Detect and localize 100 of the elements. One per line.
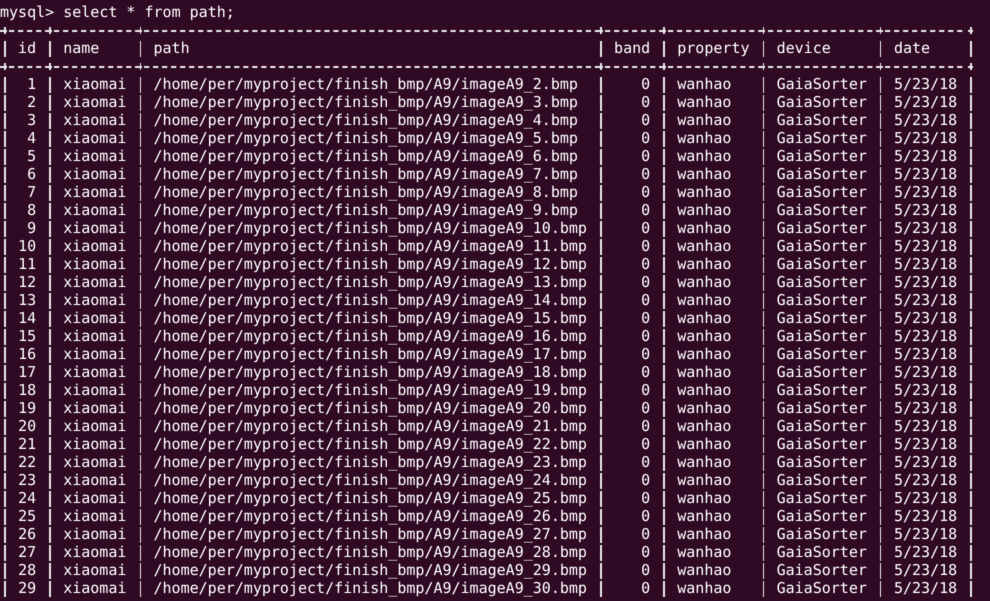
table-cell: 5/23/18: [894, 399, 958, 417]
table-cell: xiaomai: [63, 579, 126, 597]
table-cell: 5/23/18: [894, 525, 958, 543]
table-cell: xiaomai: [63, 417, 126, 435]
table-cell: wanhao: [677, 417, 732, 435]
table-cell: wanhao: [677, 183, 732, 201]
table-cell: /home/per/myproject/finish_bmp/A9/imageA9_12.bmp: [153, 255, 587, 273]
table-cell: /home/per/myproject/finish_bmp/A9/imageA9_7.bmp: [153, 165, 578, 183]
table-cell: GaiaSorter: [776, 435, 867, 453]
table-cell: /home/per/myproject/finish_bmp/A9/imageA9_29.bmp: [153, 561, 587, 579]
table-cell: xiaomai: [63, 111, 126, 129]
table-cell: GaiaSorter: [776, 75, 867, 93]
table-cell: 15: [18, 327, 36, 345]
table-cell: 0: [641, 579, 650, 597]
table-cell: /home/per/myproject/finish_bmp/A9/imageA9_9.bmp: [153, 201, 578, 219]
table-cell: 17: [18, 363, 36, 381]
table-cell: GaiaSorter: [776, 381, 867, 399]
table-cell: 18: [18, 381, 36, 399]
table-cell: xiaomai: [63, 93, 126, 111]
table-cell: xiaomai: [63, 363, 126, 381]
table-cell: wanhao: [677, 75, 732, 93]
table-cell: 7: [27, 183, 36, 201]
column-header: id: [18, 39, 36, 57]
table-cell: /home/per/myproject/finish_bmp/A9/imageA9_26.bmp: [153, 507, 587, 525]
table-cell: 5/23/18: [894, 309, 958, 327]
table-cell: /home/per/myproject/finish_bmp/A9/imageA9_14.bmp: [153, 291, 587, 309]
table-cell: /home/per/myproject/finish_bmp/A9/imageA9_23.bmp: [153, 453, 587, 471]
table-cell: 5/23/18: [894, 291, 958, 309]
table-cell: /home/per/myproject/finish_bmp/A9/imageA9_10.bmp: [153, 219, 587, 237]
table-cell: wanhao: [677, 147, 732, 165]
table-cell: GaiaSorter: [776, 327, 867, 345]
table-cell: 2: [27, 93, 36, 111]
table-cell: 5/23/18: [894, 345, 958, 363]
table-cell: xiaomai: [63, 309, 126, 327]
table-cell: xiaomai: [63, 183, 126, 201]
table-cell: 5/23/18: [894, 201, 958, 219]
table-cell: /home/per/myproject/finish_bmp/A9/imageA9_8.bmp: [153, 183, 578, 201]
table-cell: /home/per/myproject/finish_bmp/A9/imageA9_13.bmp: [153, 273, 587, 291]
table-cell: 0: [641, 453, 650, 471]
table-cell: 0: [641, 471, 650, 489]
table-cell: wanhao: [677, 435, 732, 453]
table-cell: 0: [641, 525, 650, 543]
table-cell: 0: [641, 93, 650, 111]
table-cell: 0: [641, 201, 650, 219]
table-cell: wanhao: [677, 165, 732, 183]
table-cell: GaiaSorter: [776, 183, 867, 201]
table-cell: /home/per/myproject/finish_bmp/A9/imageA9_2.bmp: [153, 75, 578, 93]
column-header: path: [153, 39, 190, 57]
table-cell: 16: [18, 345, 36, 363]
table-cell: 0: [641, 381, 650, 399]
table-cell: 5/23/18: [894, 183, 958, 201]
table-cell: /home/per/myproject/finish_bmp/A9/imageA9_5.bmp: [153, 129, 578, 147]
table-cell: wanhao: [677, 489, 732, 507]
table-cell: 28: [18, 561, 36, 579]
table-cell: xiaomai: [63, 237, 126, 255]
table-cell: 5/23/18: [894, 75, 958, 93]
table-cell: 0: [641, 417, 650, 435]
table-cell: xiaomai: [63, 399, 126, 417]
table-cell: 5/23/18: [894, 165, 958, 183]
table-cell: 5/23/18: [894, 147, 958, 165]
table-cell: GaiaSorter: [776, 507, 867, 525]
table-cell: wanhao: [677, 111, 732, 129]
table-cell: /home/per/myproject/finish_bmp/A9/imageA9_28.bmp: [153, 543, 587, 561]
table-cell: 6: [27, 165, 36, 183]
table-cell: 0: [641, 255, 650, 273]
table-cell: wanhao: [677, 543, 732, 561]
table-cell: wanhao: [677, 399, 732, 417]
table-cell: 0: [641, 183, 650, 201]
table-cell: GaiaSorter: [776, 273, 867, 291]
table-cell: 5/23/18: [894, 363, 958, 381]
table-cell: 29: [18, 579, 36, 597]
table-cell: 5/23/18: [894, 327, 958, 345]
table-cell: wanhao: [677, 201, 732, 219]
table-cell: 14: [18, 309, 36, 327]
table-cell: 19: [18, 399, 36, 417]
table-cell: GaiaSorter: [776, 345, 867, 363]
table-cell: 26: [18, 525, 36, 543]
table-cell: 11: [18, 255, 36, 273]
table-cell: 25: [18, 507, 36, 525]
table-cell: /home/per/myproject/finish_bmp/A9/imageA9_25.bmp: [153, 489, 587, 507]
table-cell: 0: [641, 165, 650, 183]
table-cell: GaiaSorter: [776, 543, 867, 561]
table-cell: xiaomai: [63, 75, 126, 93]
table-cell: 1: [27, 75, 36, 93]
table-cell: 5/23/18: [894, 561, 958, 579]
table-cell: 27: [18, 543, 36, 561]
table-cell: xiaomai: [63, 435, 126, 453]
table-cell: 5/23/18: [894, 507, 958, 525]
table-cell: 0: [641, 327, 650, 345]
table-cell: 3: [27, 111, 36, 129]
table-cell: 0: [641, 219, 650, 237]
table-cell: GaiaSorter: [776, 453, 867, 471]
table-cell: 0: [641, 147, 650, 165]
table-cell: /home/per/myproject/finish_bmp/A9/imageA9_6.bmp: [153, 147, 578, 165]
table-cell: GaiaSorter: [776, 525, 867, 543]
table-cell: 5/23/18: [894, 453, 958, 471]
table-cell: 0: [641, 507, 650, 525]
table-cell: xiaomai: [63, 543, 126, 561]
table-cell: xiaomai: [63, 129, 126, 147]
table-cell: wanhao: [677, 93, 732, 111]
